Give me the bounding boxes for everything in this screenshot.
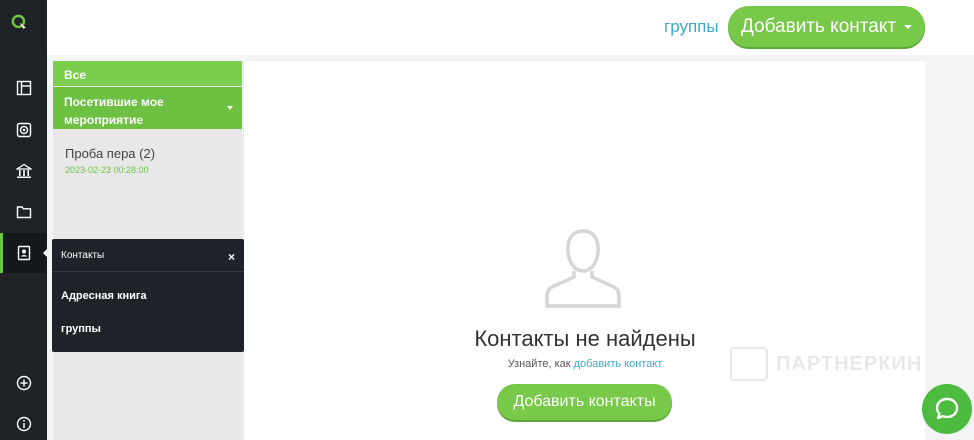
watermark-logo-icon [730,347,768,381]
rail-contacts-icon[interactable] [0,233,48,273]
popup-close-icon[interactable]: × [228,250,235,264]
rail-info-icon[interactable] [0,404,47,440]
add-contacts-button[interactable]: Добавить контакты [497,384,672,420]
groups-link[interactable]: группы [664,17,719,37]
caret-down-icon [904,24,913,29]
group-item-all[interactable]: Все [53,61,242,86]
user-placeholder-icon [545,229,621,308]
watermark-text: ПАРТНЕРКИН [776,352,923,375]
event-entry-title: Проба пера (2) [65,146,156,161]
event-entry-date: 2023-02-23 00:28:00 [65,165,149,175]
add-contact-button[interactable]: Добавить контакт [728,6,925,47]
rail-layout-icon[interactable] [0,68,47,108]
popup-title: Контакты [52,239,244,272]
popup-item-groups[interactable]: группы [61,323,101,335]
app-logo-icon[interactable] [11,14,37,40]
rail-add-circle-icon[interactable] [0,363,47,403]
main-content: Контакты не найдены Узнайте, как добавит… [243,61,925,440]
group-item-visited[interactable]: Посетившие мое мероприятие [53,87,242,129]
watermark: ПАРТНЕРКИН [730,347,922,381]
rail-folder-icon[interactable] [0,192,47,232]
chat-bubble-icon [935,397,959,420]
top-bar: группы Добавить контакт [47,0,974,55]
add-contact-button-label: Добавить контакт [740,15,897,37]
chevron-down-icon[interactable] [227,106,233,110]
group-item-visited-label: Посетившие мое мероприятие [64,95,164,127]
event-entry[interactable]: Проба пера (2) 2023-02-23 00:28:00 [53,129,242,183]
left-rail [0,0,48,440]
chat-button[interactable] [922,384,972,434]
rail-bank-icon[interactable] [0,151,47,191]
empty-state-hint-text: Узнайте, как [507,358,571,370]
contacts-popup: Контакты × Адресная книга группы [52,239,244,352]
popup-item-address-book[interactable]: Адресная книга [61,290,147,302]
add-contact-help-link[interactable]: добавить контакт [574,358,663,370]
rail-target-icon[interactable] [0,110,47,150]
